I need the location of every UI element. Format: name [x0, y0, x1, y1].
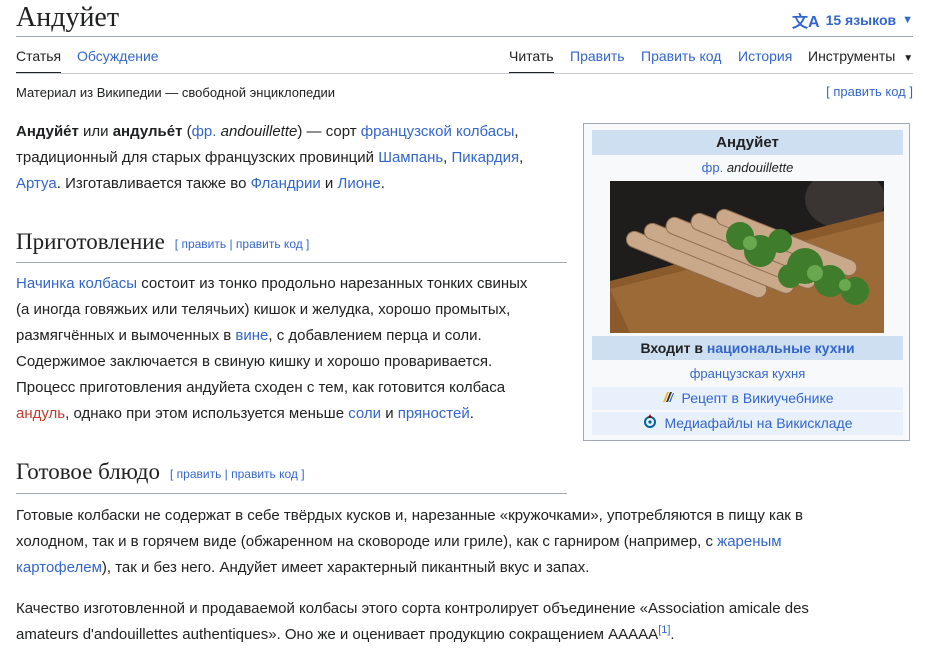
link-picardie[interactable]: Пикардия	[452, 149, 520, 166]
tab-talk[interactable]: Обсуждение	[77, 48, 159, 64]
page-tabs: Статья Обсуждение Читать Править Править…	[16, 36, 913, 74]
link-spices[interactable]: пряностей	[398, 405, 470, 422]
link-champagne[interactable]: Шампань	[378, 149, 443, 166]
heading-divider	[16, 493, 567, 494]
heading-divider	[16, 262, 567, 263]
language-count: 15 языков	[825, 12, 897, 28]
link-artois[interactable]: Артуа	[16, 175, 57, 192]
tabs-divider	[16, 73, 913, 74]
text: .	[380, 175, 385, 192]
link-filling[interactable]: Начинка колбасы	[16, 275, 137, 292]
text: традиционный для старых французских пров…	[16, 149, 379, 166]
text: ,	[514, 123, 519, 140]
page-title: Андуйет	[16, 2, 120, 33]
infobox-recipe-link[interactable]: Рецепт в Викиучебнике	[592, 387, 903, 410]
andouillette-photo[interactable]	[610, 181, 884, 333]
infobox-cuisine[interactable]: французская кухня	[592, 362, 903, 386]
text: (а иногда говяжьих или телячьих) кишок и…	[16, 301, 511, 318]
text: Содержимое заключается в свиную кишку и …	[16, 353, 493, 370]
preparation-paragraph: Начинка колбасы состоит из тонко продоль…	[16, 271, 576, 427]
tab-edit-source[interactable]: Править код	[641, 48, 721, 64]
original-name: andouillette	[216, 123, 298, 140]
tools-menu[interactable]: Инструменты ▼	[808, 48, 913, 64]
text: .	[670, 626, 675, 643]
infobox-title: Андуйет	[592, 130, 903, 155]
text: (	[182, 123, 192, 140]
text: ), так и без него. Андуйет имеет характе…	[101, 559, 590, 576]
link-andouille[interactable]: андуль	[16, 405, 65, 422]
text: Готовые колбаски не содержат в себе твёр…	[16, 507, 803, 524]
link-fried[interactable]: жареным	[717, 533, 781, 550]
wikibooks-icon	[661, 388, 675, 411]
wikimedia-commons-icon	[642, 413, 658, 436]
text: amateurs d'andouillettes authentiques». …	[16, 626, 659, 643]
text: холодном, так и в горячем виде (обжаренн…	[16, 533, 718, 550]
text: ,	[443, 149, 452, 166]
link-flanders[interactable]: Фландрии	[251, 175, 321, 192]
text: и	[320, 175, 338, 192]
link-lang[interactable]: фр.	[192, 123, 217, 140]
intro-paragraph: Андуйе́т или андулье́т (фр. andouillette…	[16, 119, 576, 197]
text: .	[469, 405, 474, 422]
chevron-down-icon: ▼	[902, 14, 913, 26]
link-lang[interactable]: фр.	[702, 160, 724, 175]
dish-paragraph-1: Готовые колбаски не содержат в себе твёр…	[16, 503, 916, 581]
tab-history[interactable]: История	[738, 48, 792, 64]
section-edit-links[interactable]: [ править | править код ]	[175, 237, 310, 251]
edit-section-0-link[interactable]: [ править код ]	[826, 84, 913, 99]
text: состоит из тонко продольно нарезанных то…	[137, 275, 528, 292]
text: . Изготавливается также во	[56, 175, 251, 192]
photo-illustration	[610, 181, 884, 333]
text: и	[381, 405, 398, 422]
heading-text: Приготовление	[16, 229, 165, 254]
infobox: Андуйет фр. andouillette Входит в национ…	[583, 123, 910, 441]
dish-paragraph-2: Качество изготовленной и продаваемой кол…	[16, 596, 916, 648]
term-alt: андулье́т	[112, 123, 183, 140]
tab-edit[interactable]: Править	[570, 48, 625, 64]
text: или	[78, 123, 113, 140]
text: , однако при этом используется меньше	[65, 405, 349, 422]
text: , с добавлением перца и соли.	[268, 327, 482, 344]
link-national-cuisines[interactable]: национальные кухни	[707, 340, 855, 356]
tab-read[interactable]: Читать	[509, 48, 554, 74]
link-potato[interactable]: картофелем	[16, 559, 102, 576]
tab-article[interactable]: Статья	[16, 48, 62, 74]
text: ,	[519, 149, 524, 166]
link-salt[interactable]: соли	[348, 405, 381, 422]
section-edit-links[interactable]: [ править | править код ]	[170, 467, 305, 481]
tools-label: Инструменты	[808, 48, 896, 64]
link-lyon[interactable]: Лионе	[337, 175, 380, 192]
translate-icon: 文A	[792, 14, 820, 31]
text: размягчённых и вымоченных в	[16, 327, 236, 344]
reference-link[interactable]: [1]	[658, 624, 670, 636]
original-name: andouillette	[723, 160, 794, 175]
infobox-commons-link[interactable]: Медиафайлы на Викискладе	[592, 412, 903, 435]
text: Процесс приготовления андуйета сходен с …	[16, 379, 506, 396]
section-heading-preparation: Приготовление [ править | править код ]	[16, 229, 309, 255]
section-heading-dish: Готовое блюдо [ править | править код ]	[16, 459, 305, 485]
link-french-sausage[interactable]: французской колбасы	[361, 123, 515, 140]
label: Входит в	[640, 340, 707, 356]
infobox-subtitle: фр. andouillette	[592, 157, 903, 179]
language-selector[interactable]: 文A 15 языков ▼	[792, 8, 913, 32]
site-tagline: Материал из Википедии — свободной энцикл…	[16, 85, 336, 100]
heading-text: Готовое блюдо	[16, 459, 160, 484]
text: Качество изготовленной и продаваемой кол…	[16, 600, 809, 617]
infobox-part-of: Входит в национальные кухни	[592, 336, 903, 360]
chevron-down-icon: ▼	[903, 53, 914, 64]
term-primary: Андуйе́т	[16, 123, 79, 140]
text: ) — сорт	[297, 123, 361, 140]
link-wine[interactable]: вине	[235, 327, 268, 344]
